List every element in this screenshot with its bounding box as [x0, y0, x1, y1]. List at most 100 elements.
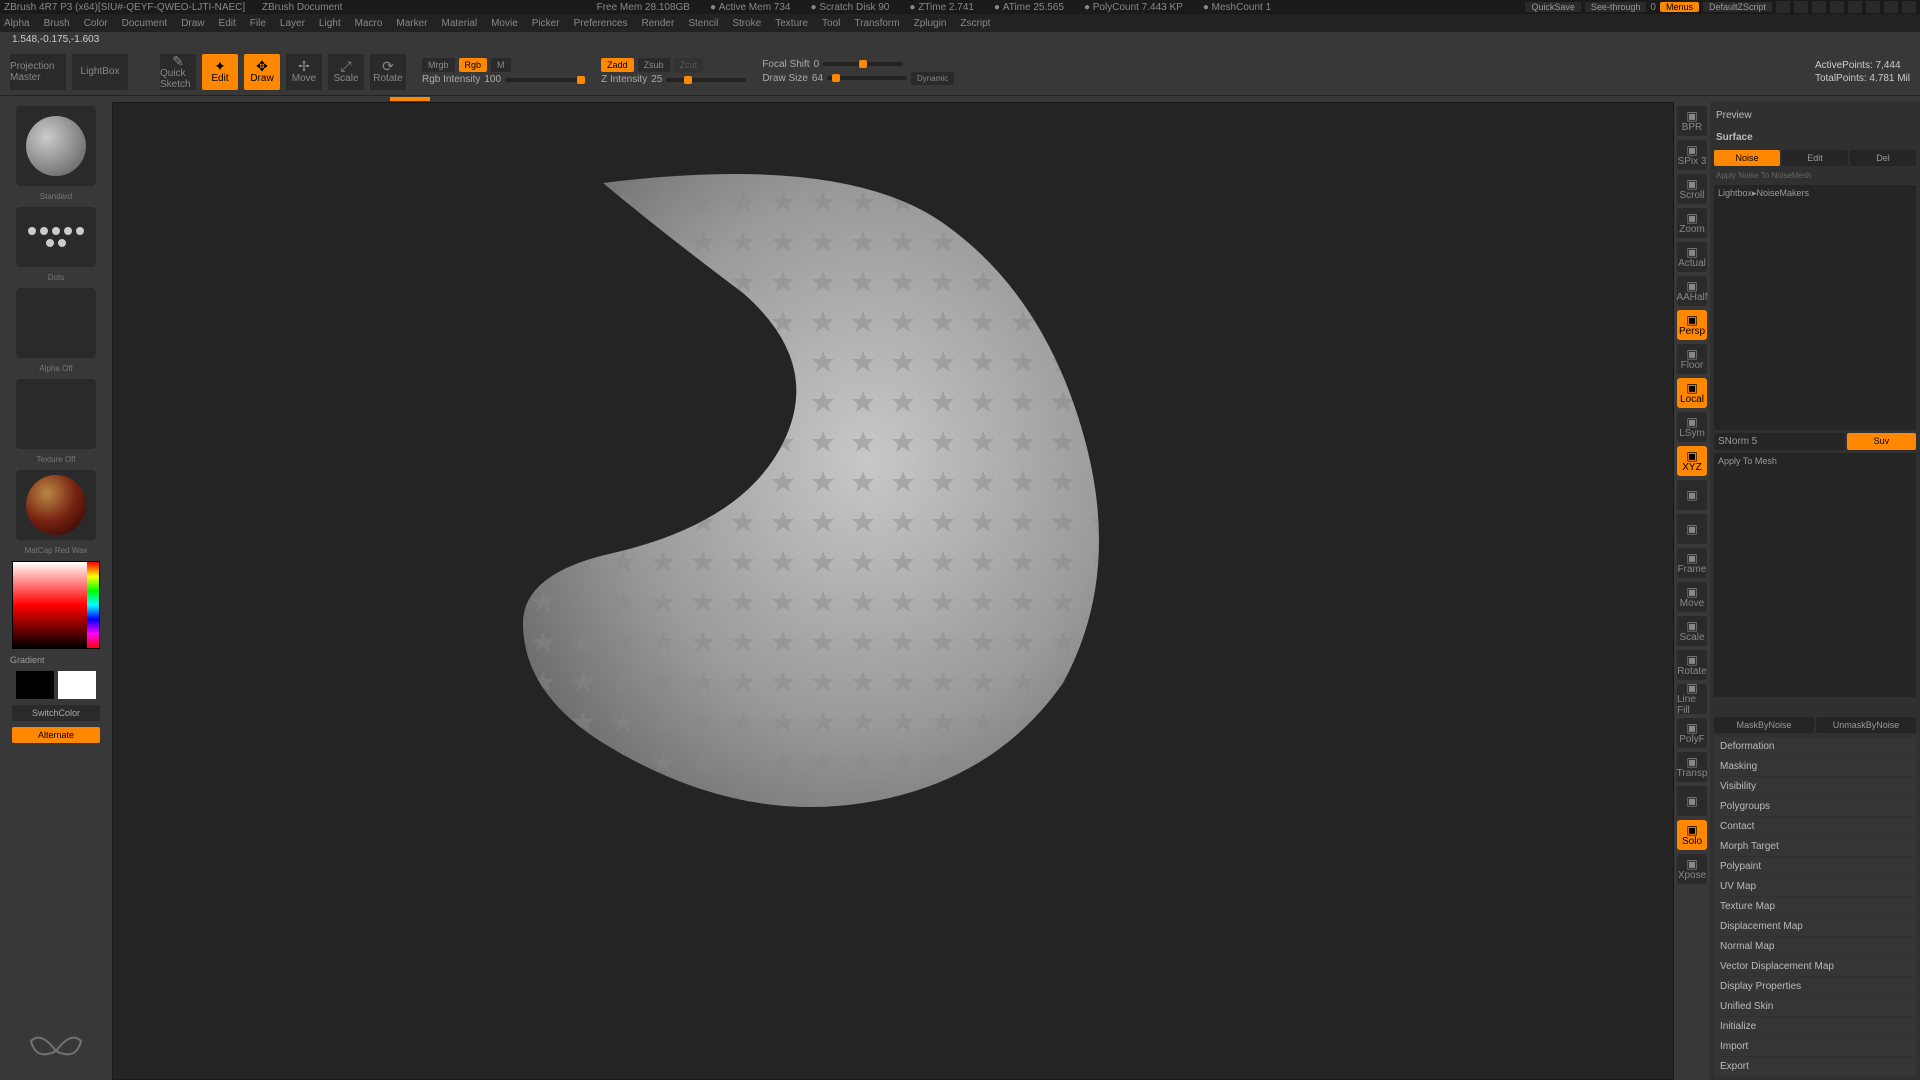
menu-transform[interactable]: Transform	[854, 18, 899, 29]
section-displacement-map[interactable]: Displacement Map	[1714, 917, 1916, 936]
script-button[interactable]: DefaultZScript	[1703, 2, 1772, 12]
menu-document[interactable]: Document	[122, 18, 168, 29]
rail-xyz[interactable]: ▣XYZ	[1677, 446, 1707, 476]
section-masking[interactable]: Masking	[1714, 757, 1916, 776]
surface-header[interactable]: Surface	[1714, 128, 1916, 147]
draw-button[interactable]: ✥Draw	[244, 54, 280, 90]
minimize-icon[interactable]	[1866, 1, 1880, 13]
zcut-button[interactable]: Zcut	[674, 58, 704, 72]
dynamic-button[interactable]: Dynamic	[911, 72, 954, 85]
alpha-thumb[interactable]	[16, 288, 96, 358]
win-icon-5[interactable]	[1848, 1, 1862, 13]
rail-zoom[interactable]: ▣Zoom	[1677, 208, 1707, 238]
rail-floor[interactable]: ▣Floor	[1677, 344, 1707, 374]
edit-button[interactable]: ✦Edit	[202, 54, 238, 90]
menu-stroke[interactable]: Stroke	[732, 18, 761, 29]
menu-movie[interactable]: Movie	[491, 18, 518, 29]
win-icon-3[interactable]	[1812, 1, 1826, 13]
menu-preferences[interactable]: Preferences	[574, 18, 628, 29]
rail-persp[interactable]: ▣Persp	[1677, 310, 1707, 340]
menu-brush[interactable]: Brush	[44, 18, 70, 29]
menu-file[interactable]: File	[250, 18, 266, 29]
rail-blank[interactable]: ▣	[1677, 514, 1707, 544]
menu-marker[interactable]: Marker	[396, 18, 427, 29]
z-intensity-slider[interactable]	[666, 78, 746, 82]
section-display-properties[interactable]: Display Properties	[1714, 977, 1916, 996]
quicksave-button[interactable]: QuickSave	[1525, 2, 1581, 12]
menu-material[interactable]: Material	[442, 18, 478, 29]
stroke-thumb[interactable]	[16, 207, 96, 267]
section-polygroups[interactable]: Polygroups	[1714, 797, 1916, 816]
preview-header[interactable]: Preview	[1714, 106, 1916, 125]
win-icon-4[interactable]	[1830, 1, 1844, 13]
mrgb-button[interactable]: Mrgb	[422, 58, 455, 72]
zadd-button[interactable]: Zadd	[601, 58, 634, 72]
alternate-button[interactable]: Alternate	[12, 727, 100, 743]
section-import[interactable]: Import	[1714, 1037, 1916, 1056]
section-contact[interactable]: Contact	[1714, 817, 1916, 836]
menu-light[interactable]: Light	[319, 18, 341, 29]
section-export[interactable]: Export	[1714, 1057, 1916, 1076]
brush-thumb[interactable]	[16, 106, 96, 186]
menu-macro[interactable]: Macro	[355, 18, 383, 29]
focal-shift-slider[interactable]	[823, 62, 903, 66]
section-morph-target[interactable]: Morph Target	[1714, 837, 1916, 856]
rail-bpr[interactable]: ▣BPR	[1677, 106, 1707, 136]
rail-line-fill[interactable]: ▣Line Fill	[1677, 684, 1707, 714]
switchcolor-button[interactable]: SwitchColor	[12, 705, 100, 721]
rail-move[interactable]: ▣Move	[1677, 582, 1707, 612]
seethrough-label[interactable]: See-through	[1585, 2, 1647, 12]
rail-frame[interactable]: ▣Frame	[1677, 548, 1707, 578]
menu-zplugin[interactable]: Zplugin	[914, 18, 947, 29]
section-deformation[interactable]: Deformation	[1714, 737, 1916, 756]
unmask-by-noise-button[interactable]: UnmaskByNoise	[1816, 717, 1916, 733]
canvas-viewport[interactable]	[112, 102, 1674, 1080]
secondary-color[interactable]	[16, 671, 54, 699]
close-icon[interactable]	[1902, 1, 1916, 13]
rail-local[interactable]: ▣Local	[1677, 378, 1707, 408]
gradient-label[interactable]: Gradient	[4, 655, 45, 665]
rail-solo[interactable]: ▣Solo	[1677, 820, 1707, 850]
noise-button[interactable]: Noise	[1714, 150, 1780, 166]
material-thumb[interactable]	[16, 470, 96, 540]
m-button[interactable]: M	[491, 58, 511, 72]
rail-rotate[interactable]: ▣Rotate	[1677, 650, 1707, 680]
rail-actual[interactable]: ▣Actual	[1677, 242, 1707, 272]
rail-scale[interactable]: ▣Scale	[1677, 616, 1707, 646]
section-initialize[interactable]: Initialize	[1714, 1017, 1916, 1036]
menu-layer[interactable]: Layer	[280, 18, 305, 29]
rail-blank[interactable]: ▣	[1677, 786, 1707, 816]
menus-button[interactable]: Menus	[1660, 2, 1699, 12]
menu-color[interactable]: Color	[84, 18, 108, 29]
menu-picker[interactable]: Picker	[532, 18, 560, 29]
rgb-button[interactable]: Rgb	[459, 58, 488, 72]
menu-stencil[interactable]: Stencil	[688, 18, 718, 29]
menu-render[interactable]: Render	[642, 18, 675, 29]
rail-blank[interactable]: ▣	[1677, 480, 1707, 510]
rail-transp[interactable]: ▣Transp	[1677, 752, 1707, 782]
suv-button[interactable]: Suv	[1847, 433, 1916, 450]
menu-edit[interactable]: Edit	[219, 18, 236, 29]
mask-by-noise-button[interactable]: MaskByNoise	[1714, 717, 1814, 733]
menu-texture[interactable]: Texture	[775, 18, 808, 29]
move-button[interactable]: ✢Move	[286, 54, 322, 90]
menu-draw[interactable]: Draw	[181, 18, 204, 29]
draw-size-slider[interactable]	[827, 76, 907, 80]
win-icon-2[interactable]	[1794, 1, 1808, 13]
lightbox-button[interactable]: LightBox	[72, 54, 128, 90]
maximize-icon[interactable]	[1884, 1, 1898, 13]
rail-spix-3[interactable]: ▣SPix 3	[1677, 140, 1707, 170]
rail-aahalf[interactable]: ▣AAHalf	[1677, 276, 1707, 306]
edit-noise-button[interactable]: Edit	[1782, 150, 1848, 166]
section-polypaint[interactable]: Polypaint	[1714, 857, 1916, 876]
section-uv-map[interactable]: UV Map	[1714, 877, 1916, 896]
rgb-intensity-slider[interactable]	[505, 78, 585, 82]
section-normal-map[interactable]: Normal Map	[1714, 937, 1916, 956]
win-icon-1[interactable]	[1776, 1, 1790, 13]
color-picker[interactable]	[12, 561, 100, 649]
scale-button[interactable]: ⤢Scale	[328, 54, 364, 90]
texture-thumb[interactable]	[16, 379, 96, 449]
rail-scroll[interactable]: ▣Scroll	[1677, 174, 1707, 204]
section-visibility[interactable]: Visibility	[1714, 777, 1916, 796]
rotate-button[interactable]: ⟳Rotate	[370, 54, 406, 90]
